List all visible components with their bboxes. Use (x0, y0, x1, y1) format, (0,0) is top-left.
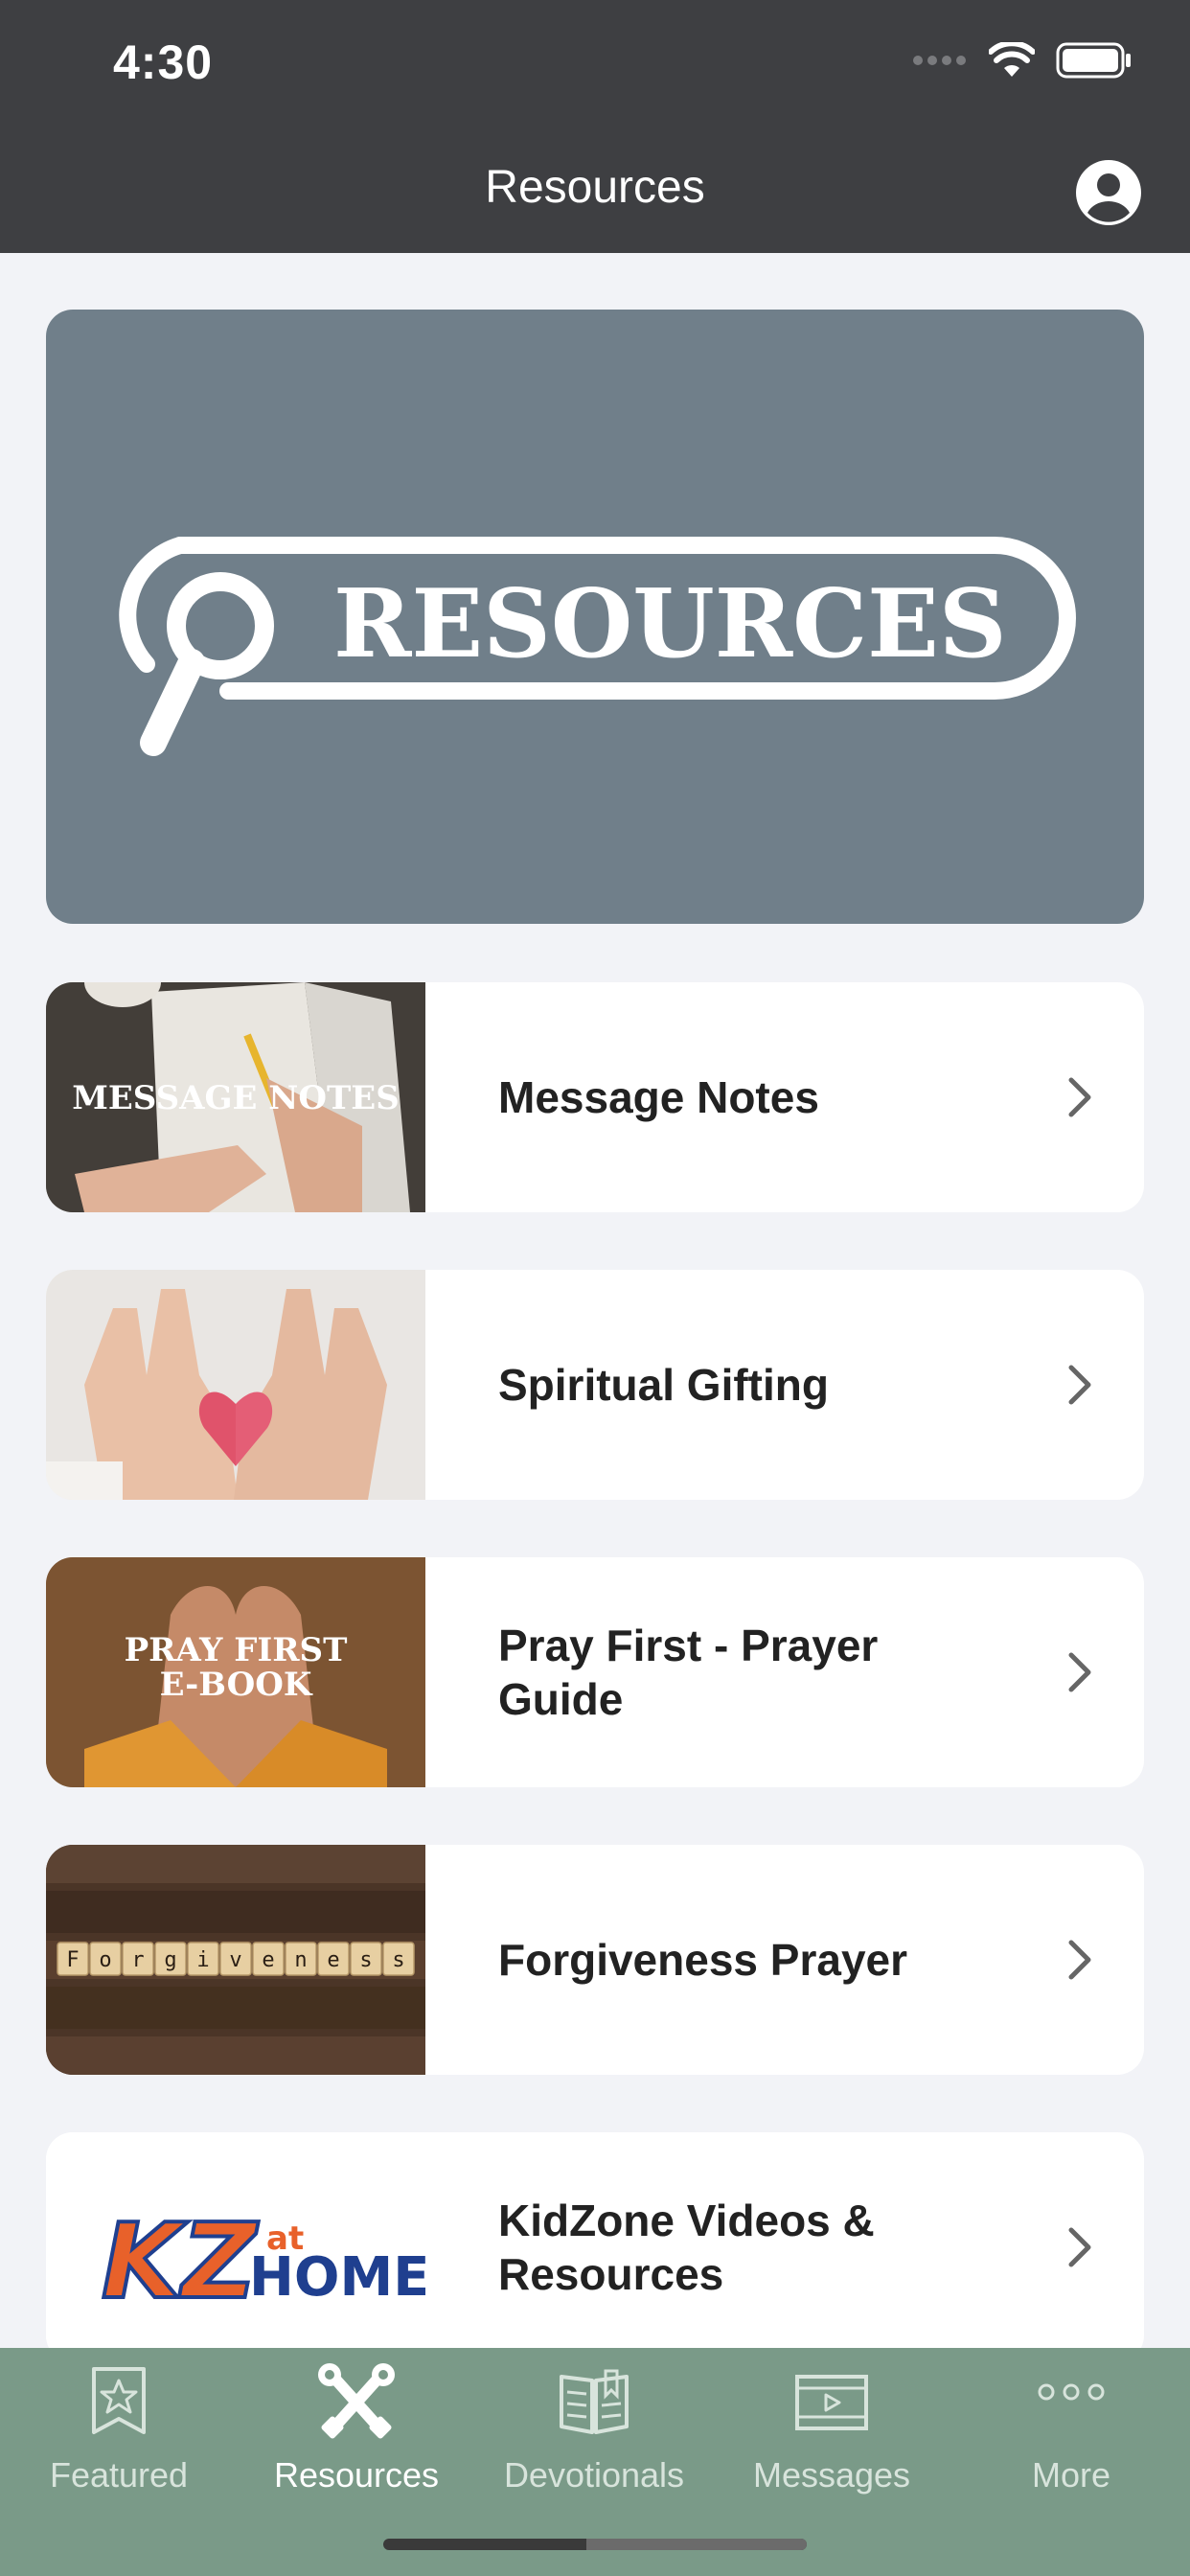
forgiveness-thumbnail: Forgiveness (46, 1845, 425, 2075)
resource-item-forgiveness-prayer[interactable]: Forgiveness Forgiveness Prayer (46, 1845, 1144, 2075)
resource-item-message-notes[interactable]: MESSAGE NOTES Message Notes (46, 982, 1144, 1212)
message-notes-thumbnail: MESSAGE NOTES (46, 982, 425, 1212)
svg-text:KZ: KZ (102, 2202, 259, 2322)
tools-icon (318, 2363, 395, 2439)
chevron-right-icon (1068, 1365, 1091, 1405)
battery-icon (1056, 42, 1131, 79)
thumb-text: MESSAGE NOTES (72, 1079, 400, 1117)
letter-tile-text: e (327, 1948, 339, 1972)
resource-title: KidZone Videos & Resources (498, 2196, 875, 2299)
star-badge-icon (92, 2367, 146, 2434)
status-icons (912, 42, 1133, 79)
tab-devotionals[interactable]: Devotionals (475, 2348, 713, 2530)
letter-tile-text: o (99, 1948, 111, 1972)
profile-icon[interactable] (1075, 159, 1142, 226)
resource-title: Spiritual Gifting (498, 1360, 829, 1410)
signal-icon (913, 56, 966, 65)
kidzone-logo: KZ at HOME (46, 2132, 425, 2362)
letter-tile-text: v (229, 1948, 241, 1972)
banner-text: RESOURCES (333, 569, 1007, 679)
letter-tile-text: e (262, 1948, 274, 1972)
resource-title: Pray First - Prayer Guide (498, 1621, 879, 1724)
letter-tile-text: F (66, 1948, 79, 1972)
tab-label: Featured (49, 2455, 189, 2495)
pray-first-thumbnail: PRAY FIRST E-BOOK (46, 1557, 425, 1787)
tab-label: Messages (752, 2455, 911, 2495)
tab-label: Resources (273, 2455, 440, 2495)
video-icon (795, 2375, 868, 2430)
svg-text:HOME: HOME (249, 2246, 425, 2309)
resource-item-spiritual-gifting[interactable]: Spiritual Gifting (46, 1270, 1144, 1500)
chevron-right-icon (1068, 1652, 1091, 1692)
tab-resources[interactable]: Resources (238, 2348, 475, 2530)
tab-featured[interactable]: Featured (0, 2348, 238, 2530)
more-dots-icon (1038, 2383, 1105, 2401)
resource-title: Message Notes (498, 1072, 819, 1122)
tab-label: Devotionals (503, 2455, 685, 2495)
letter-tile-text: r (131, 1948, 144, 1972)
letter-tile-text: n (294, 1948, 307, 1972)
thumb-text: E-BOOK (160, 1666, 313, 1704)
wifi-icon (989, 42, 1035, 77)
tab-messages[interactable]: Messages (713, 2348, 950, 2530)
resource-item-kidzone[interactable]: KZ at HOME KidZone Videos & Resources (46, 2132, 1144, 2362)
top-bar: 4:30 Resources (0, 0, 1190, 253)
spiritual-gifting-thumbnail (46, 1270, 425, 1500)
chevron-right-icon (1068, 1077, 1091, 1117)
chevron-right-icon (1068, 1940, 1091, 1980)
tab-label: More (1031, 2455, 1111, 2495)
letter-tile-text: s (359, 1948, 372, 1972)
resource-title: Forgiveness Prayer (498, 1935, 908, 1985)
thumb-text: PRAY FIRST (125, 1631, 348, 1669)
page-title: Resources (485, 162, 705, 213)
status-time: 4:30 (113, 35, 214, 89)
letter-tile-text: i (196, 1948, 209, 1972)
resource-item-pray-first[interactable]: PRAY FIRST E-BOOK Pray First - Prayer Gu… (46, 1557, 1144, 1787)
home-indicator[interactable] (383, 2539, 807, 2550)
resources-banner[interactable]: RESOURCES (46, 310, 1144, 924)
letter-tile-text: s (392, 1948, 404, 1972)
letter-tile-text: g (164, 1948, 176, 1972)
banner-graphic: RESOURCES (119, 537, 1076, 756)
tab-more[interactable]: More (952, 2348, 1190, 2530)
book-icon (560, 2369, 629, 2434)
chevron-right-icon (1068, 2227, 1091, 2267)
